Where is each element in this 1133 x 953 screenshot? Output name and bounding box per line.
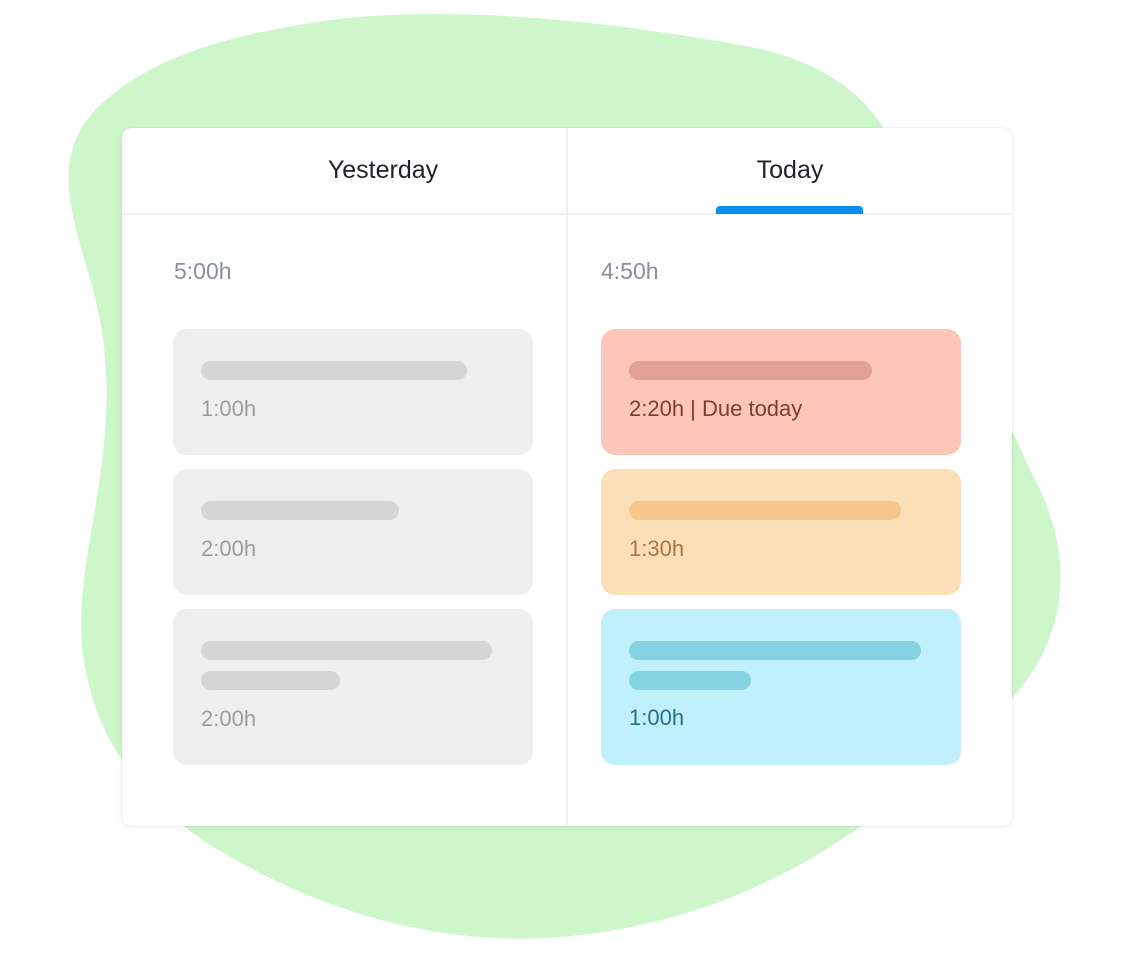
task-title-placeholder [201, 361, 467, 380]
today-total: 4:50h [601, 258, 659, 284]
stage: Yesterday Today 5:00h 4:50h 1:00h 2:00h … [0, 0, 1133, 953]
task-duration: 2:00h [201, 536, 257, 561]
header-divider [122, 213, 1012, 215]
task-title-placeholder [629, 641, 921, 660]
yesterday-task-3[interactable]: 2:00h [173, 609, 533, 765]
tab-today-label: Today [756, 156, 824, 184]
task-title-placeholder [201, 641, 492, 660]
task-duration: 2:20h | Due today [629, 396, 803, 421]
yesterday-task-1[interactable]: 1:00h [173, 329, 533, 455]
task-title-placeholder-line-2 [629, 671, 751, 690]
time-tracking-card: Yesterday Today 5:00h 4:50h 1:00h 2:00h … [122, 128, 1012, 826]
column-divider [566, 128, 568, 826]
task-title-placeholder-line-2 [201, 671, 340, 690]
tab-today[interactable]: Today [641, 128, 939, 213]
task-duration: 1:00h [201, 396, 257, 421]
task-title-placeholder [629, 361, 872, 380]
active-tab-indicator [716, 206, 863, 214]
task-title-placeholder [201, 501, 399, 520]
yesterday-total: 5:00h [174, 258, 232, 284]
today-task-2[interactable]: 1:30h [601, 469, 961, 595]
today-task-1[interactable]: 2:20h | Due today [601, 329, 961, 455]
yesterday-task-2[interactable]: 2:00h [173, 469, 533, 595]
tab-yesterday-label: Yesterday [327, 156, 439, 184]
task-duration: 1:30h [629, 536, 685, 561]
tab-yesterday[interactable]: Yesterday [158, 128, 608, 213]
task-title-placeholder [629, 501, 901, 520]
today-task-3[interactable]: 1:00h [601, 609, 961, 765]
task-duration: 2:00h [201, 706, 257, 731]
task-duration: 1:00h [629, 705, 685, 730]
